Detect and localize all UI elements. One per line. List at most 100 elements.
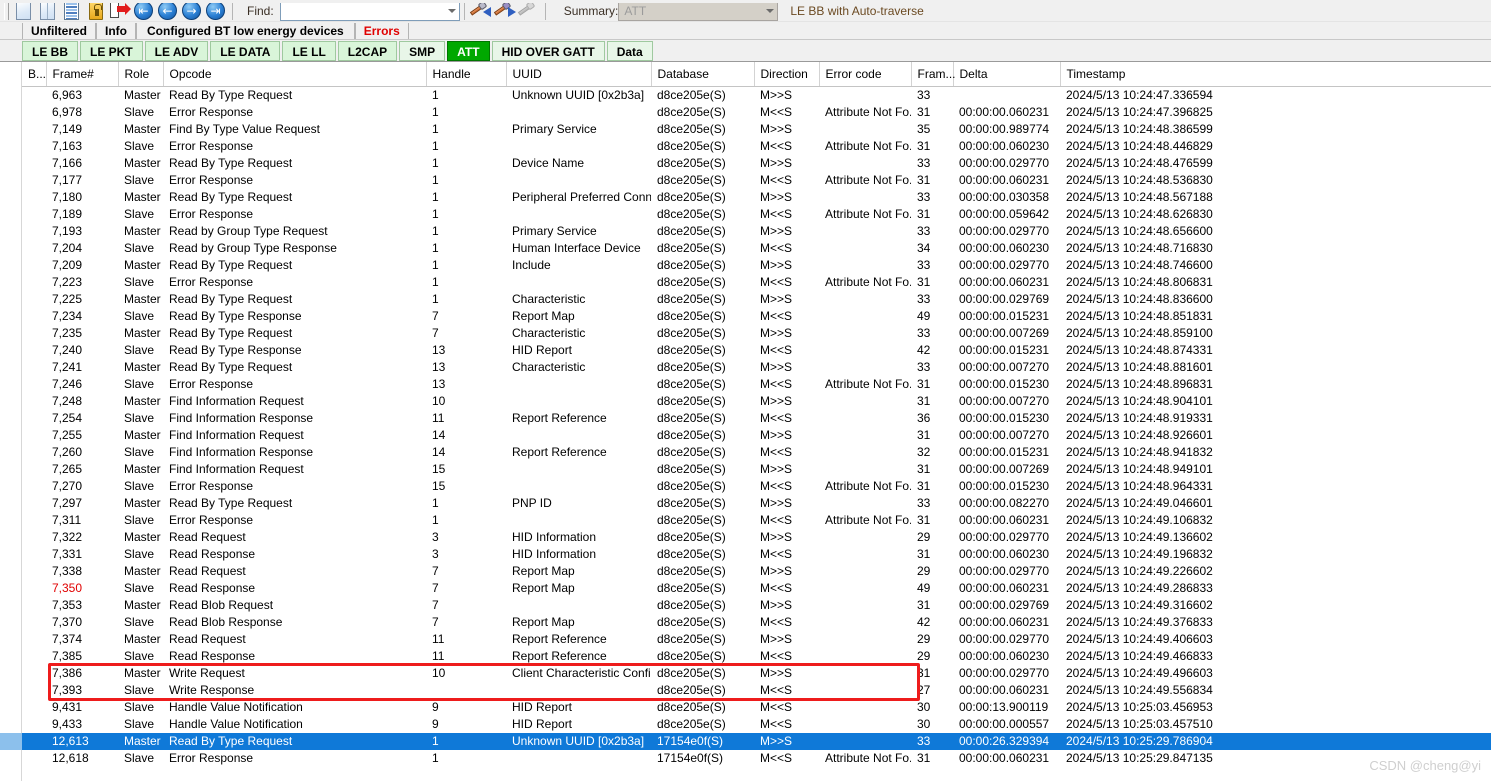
- view-tab-info[interactable]: Info: [96, 23, 137, 40]
- cell-frame: 7,331: [52, 546, 83, 561]
- table-row[interactable]: 12,613 Master Read By Type Request 1 Unknown…: [22, 732, 1491, 750]
- table-row[interactable]: 7,223 Slave Error Response 1 d8ce205e(S) M<<S…: [22, 274, 1491, 291]
- go-first-icon[interactable]: ⇤: [132, 0, 156, 21]
- table-row[interactable]: 7,311 Slave Error Response 1 d8ce205e(S) M<<S…: [22, 512, 1491, 529]
- table-row[interactable]: 7,255 Master Find Information Request 14 d8c…: [22, 427, 1491, 444]
- cell-direction: M>>S: [760, 597, 793, 612]
- lock-icon[interactable]: [84, 0, 108, 21]
- cell-database: d8ce205e(S): [657, 461, 726, 476]
- table-row[interactable]: 7,260 Slave Find Information Response 14 Rep…: [22, 444, 1491, 461]
- chevron-down-icon[interactable]: [447, 8, 456, 13]
- find-input[interactable]: [279, 0, 460, 21]
- find-next-icon[interactable]: [493, 0, 517, 21]
- packet-grid[interactable]: B... Frame# Role Opcode Handle UUID Data…: [22, 62, 1491, 781]
- table-row[interactable]: 7,177 Slave Error Response 1 d8ce205e(S) M<<S…: [22, 172, 1491, 189]
- cell-timestamp: 2024/5/13 10:24:49.496603: [1066, 665, 1213, 680]
- table-row[interactable]: 7,166 Master Read By Type Request 1 Device N…: [22, 155, 1491, 172]
- column-header-frame[interactable]: Frame#: [46, 62, 119, 87]
- table-row[interactable]: 7,149 Master Find By Type Value Request 1 Pr…: [22, 121, 1491, 138]
- cell-b: [22, 342, 46, 359]
- column-header-uuid[interactable]: UUID: [506, 62, 652, 87]
- tab-l2cap[interactable]: L2CAP: [337, 40, 398, 61]
- column-header-timestamp[interactable]: Timestamp: [1060, 62, 1491, 87]
- toolbar-grip[interactable]: [4, 1, 9, 20]
- table-row[interactable]: 9,433 Slave Handle Value Notification 9 HID …: [22, 716, 1491, 733]
- table-row[interactable]: 7,322 Master Read Request 3 HID Information d…: [22, 529, 1491, 546]
- view-tab-unfiltered[interactable]: Unfiltered: [22, 23, 97, 40]
- table-row[interactable]: 7,350 Slave Read Response 7 Report Map d8ce20…: [22, 580, 1491, 597]
- table-row[interactable]: 7,241 Master Read By Type Request 13 Charact…: [22, 359, 1491, 376]
- column-header-delta[interactable]: Delta: [953, 62, 1061, 87]
- summary-select[interactable]: ATT: [618, 0, 779, 21]
- table-row[interactable]: 7,386 Master Write Request 10 Client Charact…: [22, 665, 1491, 682]
- column-header-handle[interactable]: Handle: [426, 62, 507, 87]
- cell-role: Slave: [124, 512, 155, 527]
- new-window-icon[interactable]: [12, 0, 36, 21]
- view-tab-configured-devices[interactable]: Configured BT low energy devices: [136, 23, 355, 40]
- cell-delta: 00:00:00.029770: [959, 155, 1050, 170]
- table-row[interactable]: 7,225 Master Read By Type Request 1 Characte…: [22, 291, 1491, 308]
- table-row[interactable]: 6,978 Slave Error Response 1 d8ce205e(S) M<<S…: [22, 104, 1491, 121]
- tab-hid-over-gatt[interactable]: HID OVER GATT: [491, 40, 605, 61]
- table-row[interactable]: 7,248 Master Find Information Request 10 d8c…: [22, 393, 1491, 410]
- find-previous-icon[interactable]: [469, 0, 493, 21]
- table-row[interactable]: 7,370 Slave Read Blob Response 7 Report Map d…: [22, 614, 1491, 631]
- table-row[interactable]: 7,246 Slave Error Response 13 d8ce205e(S) M<<…: [22, 376, 1491, 393]
- cell-database: d8ce205e(S): [657, 563, 726, 578]
- table-row[interactable]: 7,374 Master Read Request 11 Report Referenc…: [22, 631, 1491, 648]
- table-row[interactable]: 7,180 Master Read By Type Request 1 Peripher…: [22, 189, 1491, 206]
- table-row[interactable]: 6,963 Master Read By Type Request 1 Unknown …: [22, 86, 1491, 104]
- tab-le-ll[interactable]: LE LL: [282, 40, 336, 61]
- cell-database: d8ce205e(S): [657, 104, 726, 119]
- table-row[interactable]: 7,353 Master Read Blob Request 7 d8ce205e(S)…: [22, 597, 1491, 614]
- cell-fram: 33: [917, 87, 931, 102]
- cell-database: d8ce205e(S): [657, 665, 726, 680]
- column-header-database[interactable]: Database: [651, 62, 755, 87]
- column-header-role[interactable]: Role: [118, 62, 164, 87]
- table-row[interactable]: 7,338 Master Read Request 7 Report Map d8ce20…: [22, 563, 1491, 580]
- table-row[interactable]: 7,193 Master Read by Group Type Request 1 Pr…: [22, 223, 1491, 240]
- tab-le-bb[interactable]: LE BB: [22, 40, 78, 61]
- table-row[interactable]: 7,204 Slave Read by Group Type Response 1 Hu…: [22, 240, 1491, 257]
- go-last-icon[interactable]: ⇥: [204, 0, 228, 21]
- view-tab-errors[interactable]: Errors: [354, 23, 409, 40]
- table-row[interactable]: 7,265 Master Find Information Request 15 d8c…: [22, 461, 1491, 478]
- table-row[interactable]: 7,385 Slave Read Response 11 Report Referenc…: [22, 648, 1491, 665]
- table-row[interactable]: 7,393 Slave Write Response d8ce205e(S) M<<S 2…: [22, 682, 1491, 699]
- cell-delta: 00:00:00.060231: [959, 614, 1050, 629]
- tab-le-pkt[interactable]: LE PKT: [80, 40, 143, 61]
- tab-le-data[interactable]: LE DATA: [210, 40, 281, 61]
- chevron-down-icon[interactable]: [766, 8, 775, 13]
- column-header-fram[interactable]: Fram...: [911, 62, 956, 87]
- table-row[interactable]: 7,209 Master Read By Type Request 1 Include d…: [22, 257, 1491, 274]
- table-row[interactable]: 7,297 Master Read By Type Request 1 PNP ID d8…: [22, 495, 1491, 512]
- cell-delta: 00:00:00.060231: [959, 750, 1050, 765]
- column-header-b[interactable]: B...: [22, 62, 47, 87]
- table-row[interactable]: 7,331 Slave Read Response 3 HID Information d…: [22, 546, 1491, 563]
- table-row[interactable]: 7,189 Slave Error Response 1 d8ce205e(S) M<<S…: [22, 206, 1491, 223]
- split-view-icon[interactable]: [36, 0, 60, 21]
- table-row[interactable]: 7,163 Slave Error Response 1 d8ce205e(S) M<<S…: [22, 138, 1491, 155]
- table-row[interactable]: 9,431 Slave Handle Value Notification 9 HID …: [22, 699, 1491, 716]
- column-header-error-code[interactable]: Error code: [819, 62, 912, 87]
- table-row[interactable]: 7,235 Master Read By Type Request 7 Characte…: [22, 325, 1491, 342]
- table-row[interactable]: 7,270 Slave Error Response 15 d8ce205e(S) M<<…: [22, 478, 1491, 495]
- cell-error-code: [819, 699, 911, 716]
- cell-role: Slave: [124, 750, 155, 765]
- tab-le-adv[interactable]: LE ADV: [144, 40, 209, 61]
- tab-att[interactable]: ATT: [447, 40, 490, 61]
- export-icon[interactable]: [108, 0, 132, 21]
- tab-smp[interactable]: SMP: [399, 40, 446, 61]
- table-row[interactable]: 12,618 Slave Error Response 1 17154e0f(S) M<<…: [22, 750, 1491, 767]
- cell-frame: 7,180: [52, 189, 83, 204]
- table-row[interactable]: 7,254 Slave Find Information Response 11 Rep…: [22, 410, 1491, 427]
- cell-timestamp: 2024/5/13 10:24:49.406603: [1066, 631, 1213, 646]
- table-row[interactable]: 7,234 Slave Read By Type Response 7 Report M…: [22, 308, 1491, 325]
- go-next-icon[interactable]: →: [180, 0, 204, 21]
- list-view-icon[interactable]: [60, 0, 84, 21]
- table-row[interactable]: 7,240 Slave Read By Type Response 13 HID Rep…: [22, 342, 1491, 359]
- tab-data[interactable]: Data: [606, 40, 653, 61]
- column-header-direction[interactable]: Direction: [754, 62, 820, 87]
- column-header-opcode[interactable]: Opcode: [163, 62, 427, 87]
- go-previous-icon[interactable]: ←: [156, 0, 180, 21]
